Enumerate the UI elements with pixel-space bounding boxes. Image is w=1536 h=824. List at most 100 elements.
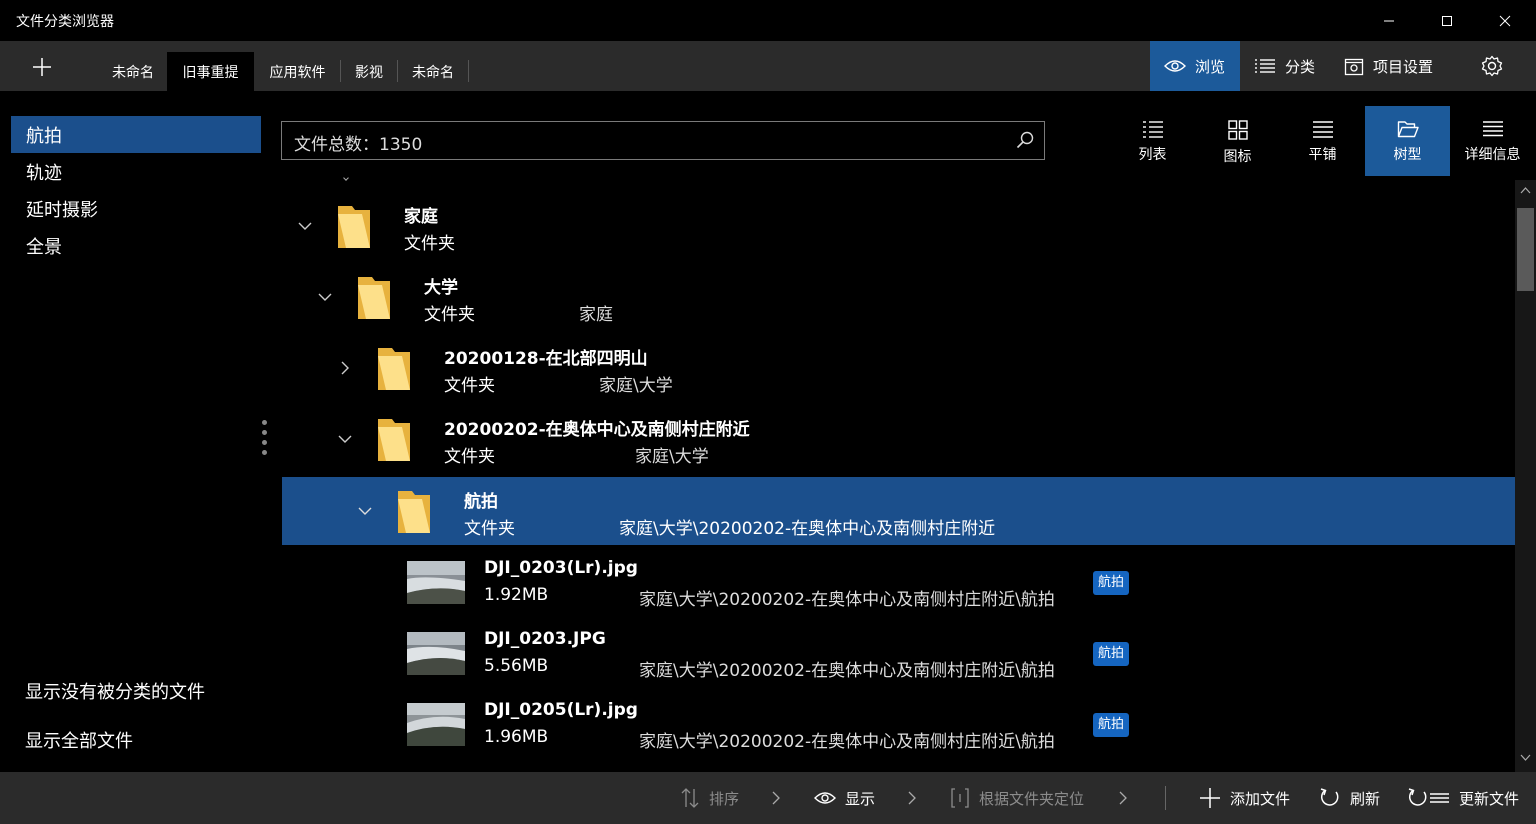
view-tile-label: 平铺 <box>1308 147 1337 163</box>
folder-path: 家庭\大学 <box>599 376 673 396</box>
chevron-down-icon[interactable] <box>296 217 314 235</box>
tab-unnamed-1[interactable]: 未命名 <box>100 52 166 91</box>
details-view-icon <box>1482 121 1503 137</box>
file-size: 5.56MB <box>484 656 549 676</box>
classify-mode-button[interactable]: 分类 <box>1240 41 1328 91</box>
update-file-label: 更新文件 <box>1459 789 1520 808</box>
close-button[interactable] <box>1482 0 1528 41</box>
plus-icon <box>33 58 51 76</box>
view-tree-label: 树型 <box>1393 147 1422 163</box>
tree-node-folder[interactable]: 大学 文件夹 家庭 <box>282 263 1515 331</box>
minimize-icon <box>1384 20 1394 21</box>
display-button[interactable]: 显示 <box>814 772 875 824</box>
image-thumbnail <box>407 561 465 604</box>
maximize-button[interactable] <box>1424 0 1470 41</box>
tree-node-folder-selected[interactable]: 航拍 文件夹 家庭\大学\20200202-在奥体中心及南侧村庄附近 <box>282 477 1515 545</box>
title-bar: 文件分类浏览器 <box>0 0 1536 41</box>
tree-node-file[interactable]: DJI_0203.JPG 5.56MB 家庭\大学\20200202-在奥体中心… <box>282 619 1515 687</box>
view-tree-button[interactable]: 树型 <box>1365 106 1450 176</box>
close-icon <box>1499 15 1511 26</box>
browse-mode-button[interactable]: 浏览 <box>1150 41 1240 91</box>
folder-icon <box>378 348 410 390</box>
scroll-down-arrow-icon[interactable] <box>1520 754 1531 762</box>
show-unclassified-link[interactable]: 显示没有被分类的文件 <box>25 678 205 704</box>
show-all-link[interactable]: 显示全部文件 <box>25 727 133 753</box>
view-list-label: 列表 <box>1138 147 1167 163</box>
refresh-icon <box>1319 787 1341 809</box>
browse-mode-label: 浏览 <box>1195 57 1226 76</box>
search-icon[interactable] <box>1016 131 1034 153</box>
file-path: 家庭\大学\20200202-在奥体中心及南侧村庄附近\航拍 <box>639 590 1055 610</box>
category-tag-badge[interactable]: 航拍 <box>1093 642 1130 666</box>
category-track[interactable]: 轨迹 <box>11 153 261 190</box>
folder-name: 20200128-在北部四明山 <box>444 349 648 369</box>
folder-name: 大学 <box>424 278 458 298</box>
locate-icon <box>950 787 970 809</box>
search-input[interactable]: 文件总数：1350 <box>294 130 422 155</box>
tree-node-file[interactable]: DJI_0203(Lr).jpg 1.92MB 家庭\大学\20200202-在… <box>282 548 1515 616</box>
minimize-button[interactable] <box>1366 0 1412 41</box>
folder-path: 家庭\大学\20200202-在奥体中心及南侧村庄附近 <box>619 519 996 539</box>
tree-node-folder[interactable]: 20200128-在北部四明山 文件夹 家庭\大学 <box>282 334 1515 402</box>
folder-open-icon <box>1397 121 1419 138</box>
view-list-button[interactable]: 列表 <box>1110 106 1195 176</box>
image-thumbnail <box>407 703 465 746</box>
category-timelapse[interactable]: 延时摄影 <box>11 190 261 227</box>
tab-old-memories[interactable]: 旧事重提 <box>167 52 254 91</box>
tree-node-folder[interactable]: 20200202-在奥体中心及南侧村庄附近 文件夹 家庭\大学 <box>282 405 1515 473</box>
chevron-down-icon[interactable] <box>316 288 334 306</box>
scrollbar-thumb[interactable] <box>1517 208 1534 291</box>
category-aerial[interactable]: 航拍 <box>11 116 261 153</box>
maximize-icon <box>1442 15 1452 26</box>
sort-button[interactable]: 排序 <box>680 772 739 824</box>
eye-icon <box>1164 59 1186 73</box>
tab-unnamed-2[interactable]: 未命名 <box>398 52 468 91</box>
refresh-button[interactable]: 刷新 <box>1319 772 1380 824</box>
scroll-cutoff-mark <box>343 176 349 181</box>
view-icons-button[interactable]: 图标 <box>1195 106 1280 176</box>
view-tile-button[interactable]: 平铺 <box>1280 106 1365 176</box>
file-size: 1.96MB <box>484 727 549 747</box>
chevron-down-icon[interactable] <box>336 430 354 448</box>
sort-label: 排序 <box>709 789 740 808</box>
tab-movies[interactable]: 影视 <box>341 52 397 91</box>
search-box[interactable]: 文件总数：1350 <box>281 121 1045 160</box>
update-list-icon <box>1408 787 1450 809</box>
image-thumbnail <box>407 632 465 675</box>
category-panorama[interactable]: 全景 <box>11 227 261 264</box>
gear-icon <box>1481 55 1503 77</box>
tree-scrollbar[interactable] <box>1515 180 1536 772</box>
tree-node-file[interactable]: DJI_0205(Lr).jpg 1.96MB 家庭\大学\20200202-在… <box>282 690 1515 758</box>
category-tag-badge[interactable]: 航拍 <box>1093 713 1130 737</box>
display-label: 显示 <box>845 789 876 808</box>
add-file-button[interactable]: 添加文件 <box>1199 772 1290 824</box>
locate-label: 根据文件夹定位 <box>979 789 1085 808</box>
settings-box-icon <box>1344 56 1364 76</box>
folder-icon <box>378 419 410 461</box>
folder-type: 文件夹 <box>464 519 515 539</box>
chevron-right-icon <box>772 791 780 805</box>
chevron-down-icon[interactable] <box>356 502 374 520</box>
tab-software[interactable]: 应用软件 <box>255 52 340 91</box>
folder-icon <box>398 491 430 533</box>
plus-icon <box>1199 787 1221 809</box>
folder-icon <box>338 206 370 248</box>
update-file-button[interactable]: 更新文件 <box>1408 772 1519 824</box>
file-size: 1.92MB <box>484 585 549 605</box>
category-tag-badge[interactable]: 航拍 <box>1093 571 1130 595</box>
tree-node-folder[interactable]: 家庭 文件夹 <box>282 192 1515 260</box>
locate-by-folder-button[interactable]: 根据文件夹定位 <box>950 772 1084 824</box>
settings-button[interactable] <box>1470 41 1514 91</box>
sidebar-splitter-handle[interactable] <box>262 420 268 456</box>
chevron-right-icon <box>908 791 916 805</box>
view-details-button[interactable]: 详细信息 <box>1450 106 1535 176</box>
add-tab-button[interactable] <box>22 47 62 87</box>
project-settings-button[interactable]: 项目设置 <box>1332 41 1450 91</box>
classify-mode-label: 分类 <box>1285 57 1316 76</box>
folder-type: 文件夹 <box>404 234 455 254</box>
list-icon <box>1254 58 1276 74</box>
chevron-right-icon <box>1119 791 1127 805</box>
command-bar: 排序 显示 根据文件夹定位 添加文件 刷新 更新文件 <box>0 772 1536 824</box>
scroll-up-arrow-icon[interactable] <box>1520 186 1531 194</box>
chevron-right-icon[interactable] <box>336 359 354 377</box>
